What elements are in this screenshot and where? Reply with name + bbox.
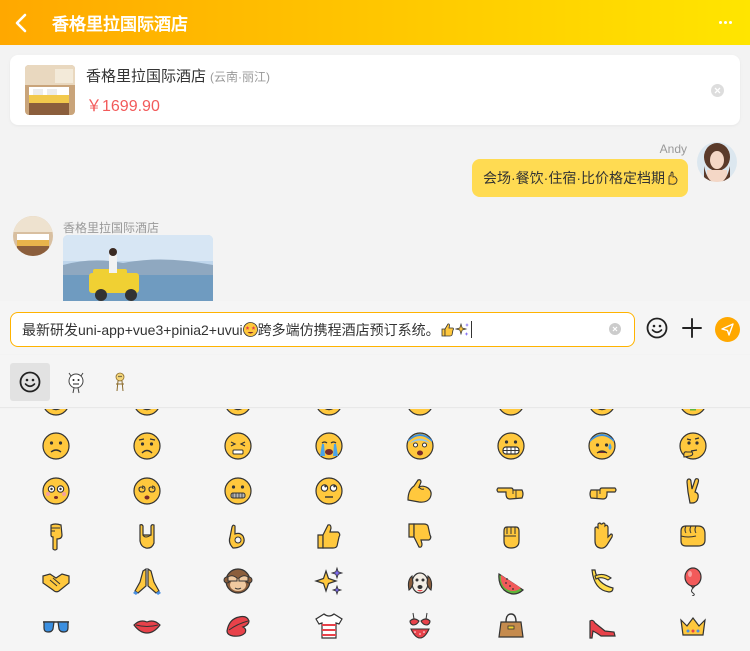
folded-hands-icon[interactable] bbox=[132, 566, 162, 596]
high-heeled-shoe-icon[interactable] bbox=[587, 611, 617, 641]
bikini-icon[interactable] bbox=[405, 611, 435, 641]
flexed-biceps-icon[interactable] bbox=[405, 476, 435, 506]
send-button[interactable] bbox=[715, 317, 740, 342]
ok-hand-icon[interactable] bbox=[223, 521, 253, 551]
emoji-panel-tabs bbox=[0, 355, 750, 408]
emoji-toggle-button[interactable] bbox=[646, 317, 668, 339]
hotel-avatar[interactable] bbox=[13, 216, 53, 256]
input-text-tail: 跨多端仿携程酒店预订系统。 bbox=[257, 321, 440, 338]
clear-input-button[interactable] bbox=[609, 323, 621, 335]
sunglasses-icon[interactable] bbox=[41, 611, 71, 641]
backhand-index-right-icon[interactable] bbox=[587, 476, 617, 506]
ok-hand-emoji-icon bbox=[668, 171, 678, 185]
dog-face-icon[interactable] bbox=[405, 566, 435, 596]
ellipsis-icon bbox=[718, 20, 722, 24]
more-menu-button[interactable] bbox=[716, 12, 734, 32]
input-bar: 最新研发uni-app+vue3+pinia2+uvui 跨多端仿携程酒店预订系… bbox=[0, 301, 750, 354]
input-text: 最新研发uni-app+vue3+pinia2+uvui bbox=[22, 321, 243, 338]
chevron-left-icon bbox=[15, 13, 27, 32]
close-icon bbox=[612, 326, 618, 332]
raised-hand-icon[interactable] bbox=[587, 521, 617, 551]
sparkles-icon bbox=[454, 322, 469, 336]
hotel-price: ￥1699.90 bbox=[86, 97, 160, 115]
oncoming-fist-icon[interactable] bbox=[678, 521, 708, 551]
plus-icon bbox=[682, 318, 702, 338]
backhand-index-down-icon[interactable] bbox=[41, 521, 71, 551]
top-nav-bar: 香格里拉国际酒店 bbox=[0, 0, 750, 45]
balloon-icon[interactable] bbox=[678, 566, 708, 596]
emoji-cell[interactable] bbox=[223, 409, 253, 417]
crossed-fingers-icon[interactable] bbox=[678, 476, 708, 506]
face-rolling-eyes-icon[interactable] bbox=[314, 476, 344, 506]
thumbs-up-icon bbox=[441, 323, 454, 337]
page-title: 香格里拉国际酒店 bbox=[52, 15, 188, 34]
text-caret bbox=[470, 321, 472, 338]
watermelon-icon[interactable] bbox=[496, 566, 526, 596]
hotel-location: (云南·丽江) bbox=[210, 69, 271, 84]
hotel-name: 香格里拉国际酒店 bbox=[86, 67, 207, 85]
banana-icon[interactable] bbox=[587, 566, 617, 596]
worried-face-icon[interactable] bbox=[132, 431, 162, 461]
crown-icon[interactable] bbox=[678, 611, 708, 641]
emoji-row-partial bbox=[0, 409, 750, 417]
avatar[interactable] bbox=[697, 142, 737, 182]
emoji-row bbox=[0, 431, 750, 461]
close-icon bbox=[714, 87, 721, 94]
zipper-mouth-face-icon[interactable] bbox=[223, 476, 253, 506]
send-icon bbox=[721, 323, 734, 336]
emoji-row bbox=[0, 521, 750, 551]
emoji-row bbox=[0, 476, 750, 506]
thinking-face-icon[interactable] bbox=[678, 431, 708, 461]
handshake-icon[interactable] bbox=[41, 566, 71, 596]
smile-face-icon bbox=[646, 317, 668, 339]
meme-sticker-icon bbox=[68, 372, 84, 394]
raised-fist-icon[interactable] bbox=[496, 521, 526, 551]
flushed-face-icon[interactable] bbox=[41, 476, 71, 506]
backhand-index-left-icon[interactable] bbox=[496, 476, 526, 506]
message-text: 会场·餐饮·住宿·比价格定档期 bbox=[483, 170, 665, 186]
fearful-face-icon[interactable] bbox=[405, 431, 435, 461]
back-button[interactable] bbox=[0, 0, 42, 45]
emoji-cell[interactable] bbox=[496, 409, 526, 417]
kiss-mark-icon[interactable] bbox=[223, 611, 253, 641]
emoji-cell[interactable] bbox=[314, 409, 344, 417]
crying-face-icon[interactable] bbox=[314, 431, 344, 461]
slightly-frowning-face-icon[interactable] bbox=[41, 431, 71, 461]
grimacing-face-icon[interactable] bbox=[496, 431, 526, 461]
dizzy-face-icon[interactable] bbox=[132, 476, 162, 506]
message-image[interactable] bbox=[63, 235, 213, 301]
sign-of-horns-icon[interactable] bbox=[132, 521, 162, 551]
handbag-icon[interactable] bbox=[496, 611, 526, 641]
emoji-cell[interactable] bbox=[587, 409, 617, 417]
star-struck-icon bbox=[242, 322, 258, 337]
sender-name: 香格里拉国际酒店 bbox=[63, 221, 160, 235]
hotel-card[interactable]: 香格里拉国际酒店 (云南·丽江) ￥1699.90 bbox=[10, 55, 740, 125]
t-shirt-icon[interactable] bbox=[314, 611, 344, 641]
emoji-grid bbox=[0, 409, 750, 651]
hotel-thumbnail bbox=[25, 65, 75, 115]
emoji-cell[interactable] bbox=[132, 409, 162, 417]
thumbs-up-icon[interactable] bbox=[314, 521, 344, 551]
anxious-face-icon[interactable] bbox=[587, 431, 617, 461]
emoji-row bbox=[0, 611, 750, 641]
emoji-cell[interactable] bbox=[41, 409, 71, 417]
emoji-row bbox=[0, 566, 750, 596]
sparkles-icon[interactable] bbox=[314, 566, 344, 596]
card-close-button[interactable] bbox=[711, 84, 724, 97]
emoji-cell[interactable] bbox=[678, 409, 708, 417]
tab-emoji[interactable] bbox=[10, 363, 50, 401]
tab-meme-stickers[interactable] bbox=[56, 363, 96, 401]
persevering-face-icon[interactable] bbox=[223, 431, 253, 461]
mouth-icon[interactable] bbox=[132, 611, 162, 641]
message-input[interactable]: 最新研发uni-app+vue3+pinia2+uvui 跨多端仿携程酒店预订系… bbox=[10, 312, 635, 347]
see-no-evil-monkey-icon[interactable] bbox=[223, 566, 253, 596]
smile-face-icon bbox=[19, 371, 41, 393]
sender-name: Andy bbox=[659, 142, 687, 156]
gif-sticker-icon bbox=[115, 372, 125, 392]
message-bubble-right[interactable]: 会场·餐饮·住宿·比价格定档期 bbox=[472, 159, 688, 197]
more-actions-button[interactable] bbox=[681, 317, 703, 339]
tab-gif-stickers[interactable] bbox=[100, 363, 140, 401]
thumbs-down-icon[interactable] bbox=[405, 521, 435, 551]
emoji-cell[interactable] bbox=[405, 409, 435, 417]
